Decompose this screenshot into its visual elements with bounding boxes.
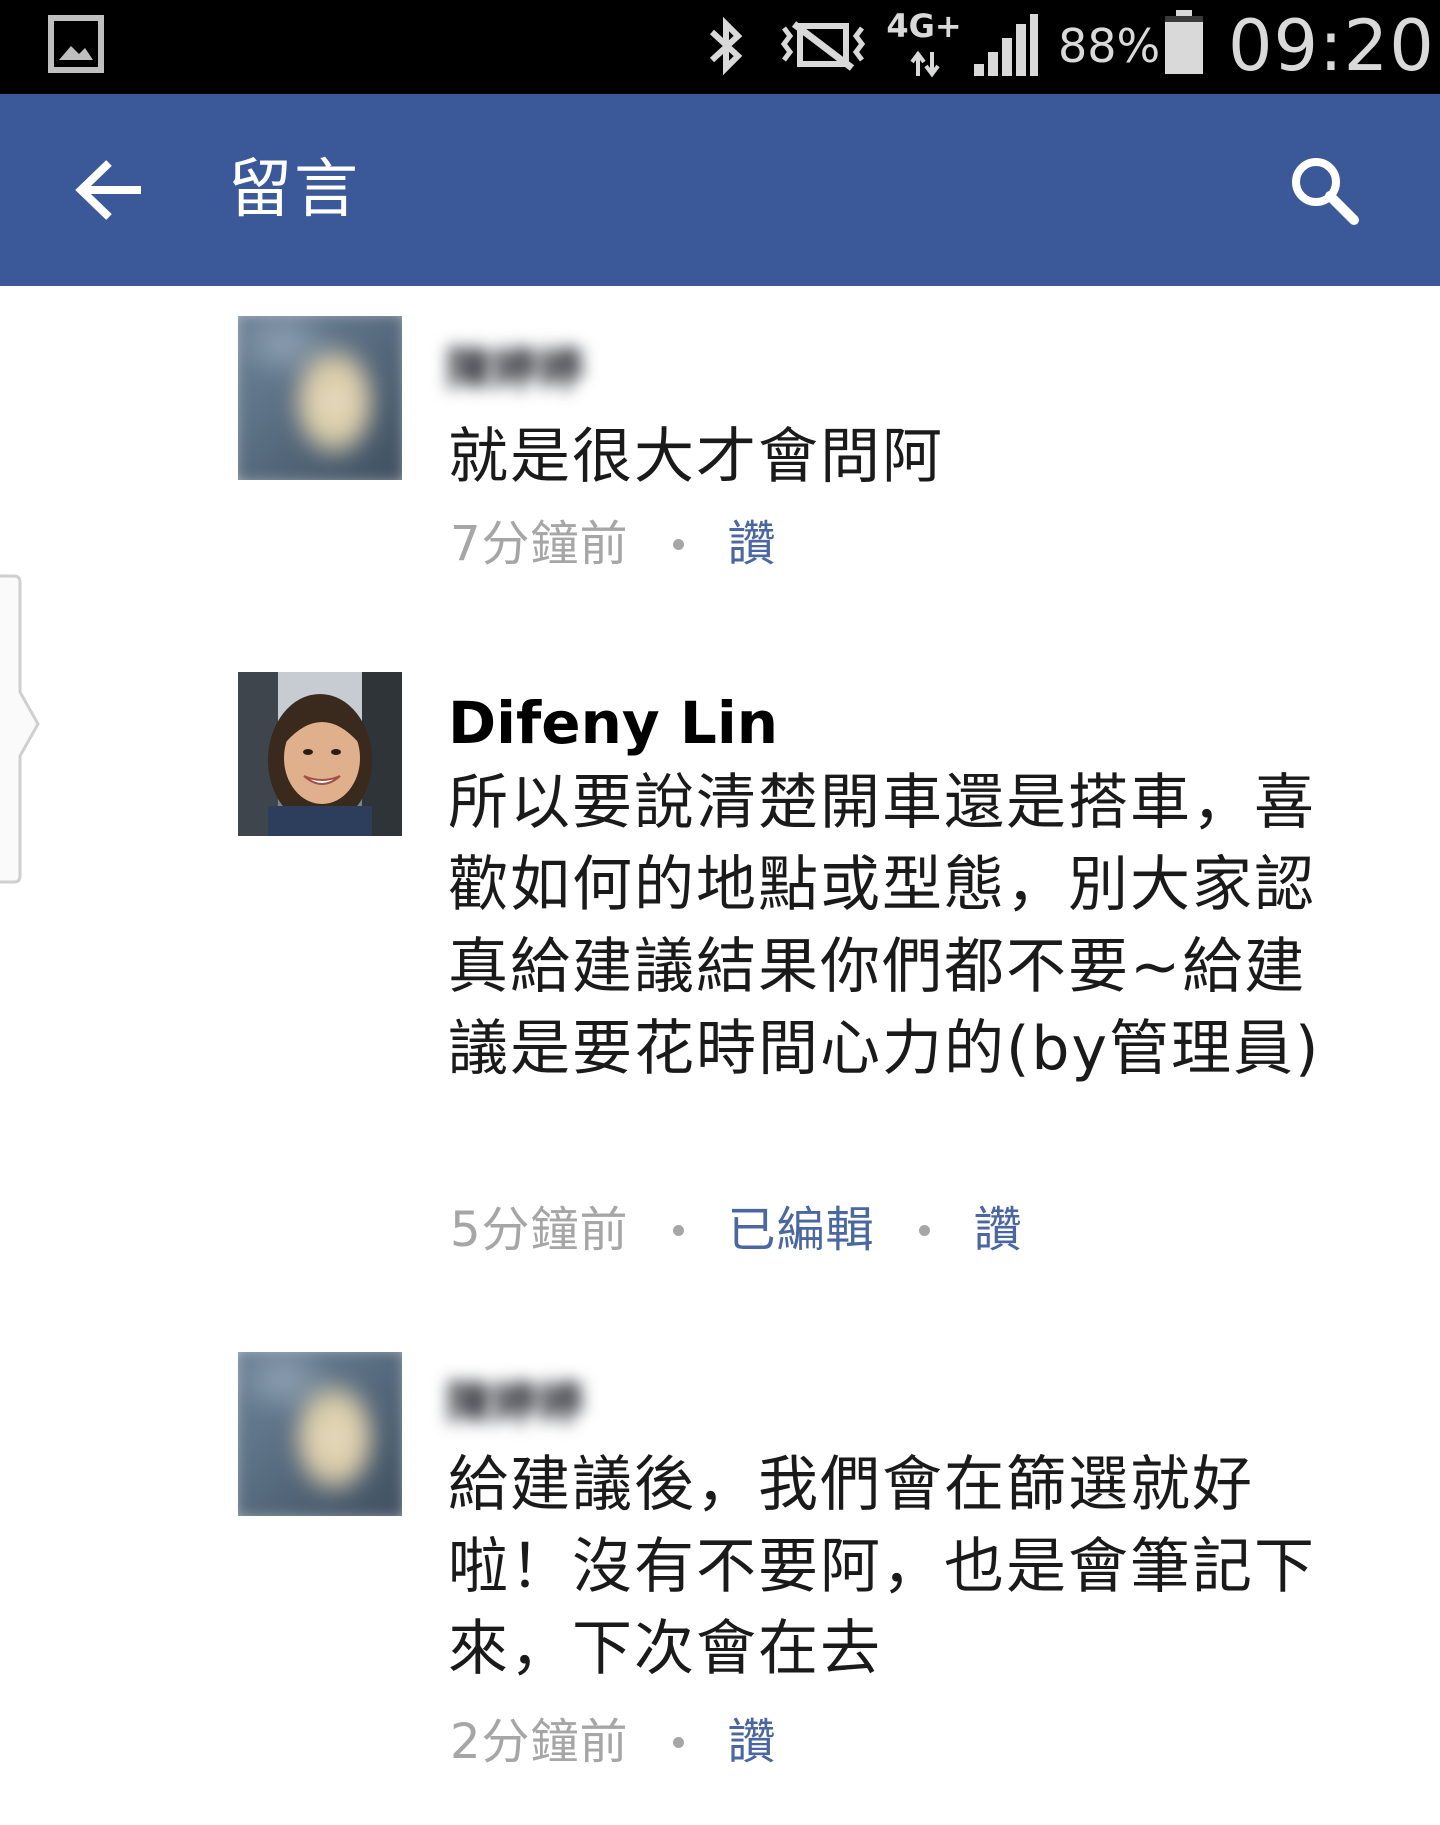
like-button[interactable]: 讚 (974, 1198, 1023, 1262)
vibrate-mute-icon (780, 21, 866, 71)
comment-text: 就是很大才會問阿 (448, 422, 944, 492)
comment-text: 給建議後，我們會在篩選就好啦！沒有不要阿，也是會筆記下來，下次會在去 (448, 1450, 1316, 1684)
avatar[interactable] (238, 672, 402, 836)
comment-time[interactable]: 2分鐘前 (450, 1710, 629, 1774)
comment-meta: 7分鐘前 讚 (450, 512, 777, 576)
bluetooth-icon (709, 16, 743, 76)
separator-dot (672, 538, 684, 550)
separator-dot (672, 1736, 684, 1748)
comment-author[interactable]: 陳婷婷 (446, 1372, 644, 1434)
comment-time[interactable]: 7分鐘前 (450, 512, 629, 576)
comment-meta: 2分鐘前 讚 (450, 1710, 777, 1774)
network-label: 4G+ (886, 7, 962, 45)
like-button[interactable]: 讚 (728, 512, 777, 576)
battery-percent: 88% (1058, 19, 1161, 73)
comment-time[interactable]: 5分鐘前 (450, 1198, 629, 1262)
comment-meta: 5分鐘前 已編輯 讚 (450, 1198, 1023, 1262)
like-button[interactable]: 讚 (728, 1710, 777, 1774)
avatar-photo (238, 672, 402, 836)
search-button[interactable] (1282, 148, 1366, 232)
comment-author[interactable]: 陳婷婷 (446, 338, 644, 400)
separator-dot (672, 1224, 684, 1236)
data-arrows-icon (910, 50, 940, 78)
avatar-blurred-image (238, 1352, 402, 1516)
search-icon (1292, 158, 1359, 225)
avatar[interactable] (238, 316, 402, 480)
arrow-left-icon (75, 160, 141, 220)
signal-icon (974, 14, 1038, 76)
app-bar: 留言 (0, 94, 1440, 286)
comments-screen: 4G+ 88% 09:20 留言 陳婷婷 就是很大才會問阿 7分鐘前 讚 Dif… (0, 0, 1440, 1825)
status-bar: 4G+ 88% 09:20 (0, 0, 1440, 94)
gallery-icon (48, 15, 104, 73)
edited-link[interactable]: 已編輯 (728, 1198, 875, 1262)
separator-dot (918, 1224, 930, 1236)
network-4g-icon: 4G+ (886, 8, 962, 82)
page-title: 留言 (228, 153, 360, 227)
avatar-blurred-image (238, 316, 402, 480)
avatar[interactable] (238, 1352, 402, 1516)
back-button[interactable] (68, 148, 152, 232)
side-panel-handle[interactable] (0, 574, 46, 884)
comment-author[interactable]: Difeny Lin (448, 688, 778, 758)
battery-icon (1165, 10, 1203, 74)
comment-text: 所以要說清楚開車還是搭車，喜歡如何的地點或型態，別大家認真給建議結果你們都不要~… (448, 768, 1321, 1084)
status-clock: 09:20 (1228, 5, 1435, 87)
